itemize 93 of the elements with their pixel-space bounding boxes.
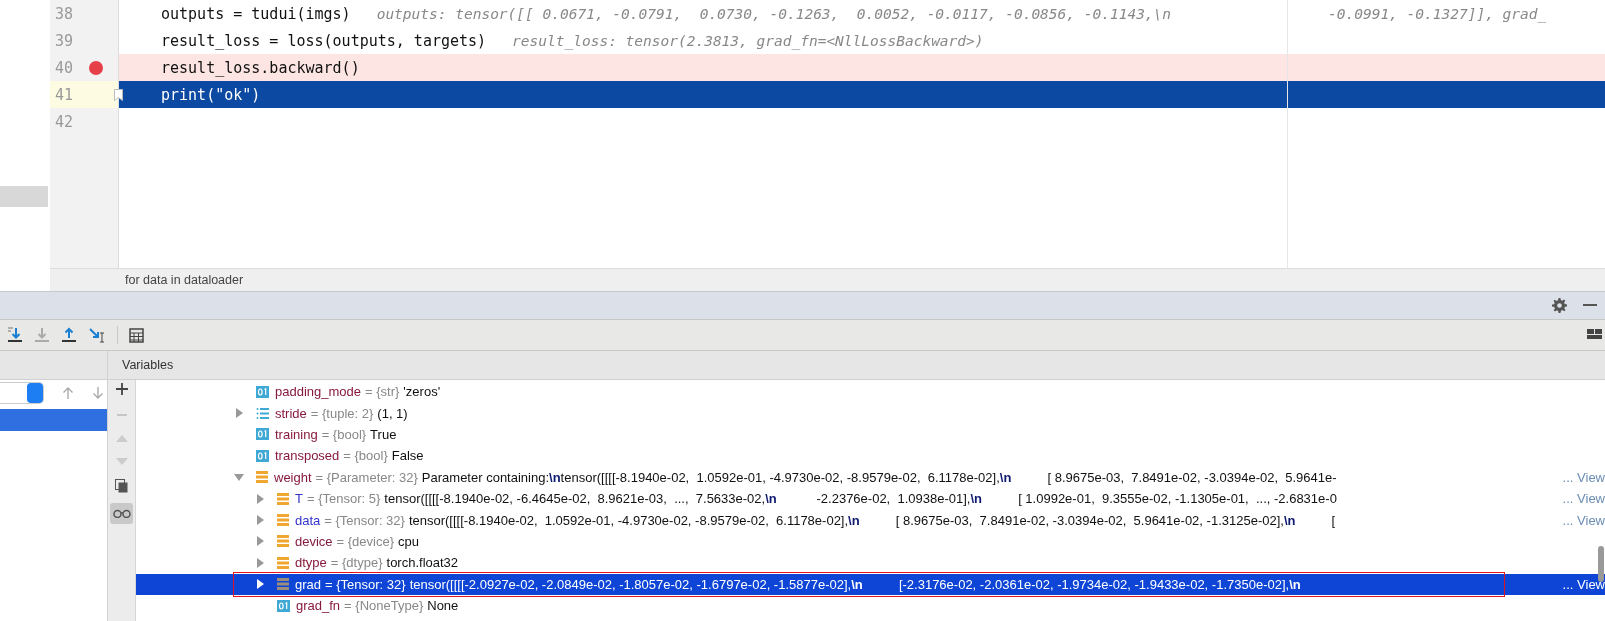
variable-type: = {Tensor: 5} <box>306 491 381 507</box>
line-number: 42 <box>55 112 75 131</box>
variable-row[interactable]: stride = {tuple: 2} (1, 1) <box>136 402 1605 424</box>
variable-value: Parameter containing:\ntensor([[[[-8.1940e-02, 1.0592e-01, -4.9730e-02, -8.9579e-02, 6.1178e-02],\n [ 8.9675e-03, 7.8491e-02, -3.0394e-02, 5.9641e- <box>421 469 1337 485</box>
variable-row[interactable]: data = {Tensor: 32} tensor([[[[-8.1940e-02, 1.0592e-01, -4.9730e-02, -8.9579e-02, 6.1178e-02],\n [ 8.9675e-03, 7.8491e-02, -3.0394e-02, 5.9641e-02, -1.3125e-02],\n [ ... View <box>136 509 1605 531</box>
view-link[interactable]: ... View <box>1558 512 1605 528</box>
inline-value-hint: -0.0991, -0.1327]], grad_ <box>1328 5 1547 22</box>
variable-value: torch.float32 <box>386 555 459 571</box>
variable-row[interactable]: grad = {Tensor: 32} tensor([[[[-2.0927e-02, -2.0849e-02, -1.8057e-02, -1.6797e-02, -1.5877e-02],\n [-2.3176e-02, -2.0361e-02, -1.9734e-02, -1.9433e-02, -1.7350e-02],\n ... View <box>136 573 1605 595</box>
variable-type: = {str} <box>365 384 400 400</box>
variable-name: weight <box>274 469 312 485</box>
variable-name: stride <box>275 405 307 421</box>
variable-name: dtype <box>295 555 327 571</box>
field-icon <box>277 492 289 505</box>
code-line: result_loss.backward() <box>161 58 360 77</box>
field-icon <box>256 471 268 484</box>
view-link[interactable]: ... View <box>1558 469 1605 485</box>
inline-value-hint: result_loss: tensor(2.3813, grad_fn=<NllLossBackward>) <box>512 32 984 49</box>
copy-icon[interactable] <box>115 479 128 493</box>
variable-row[interactable]: grad_fn = {NoneType} None <box>136 594 1605 617</box>
variable-type: = {NoneType} <box>344 598 424 614</box>
glasses-icon <box>112 509 131 518</box>
variable-name: device <box>295 533 333 549</box>
variable-value: None <box>427 598 459 614</box>
variable-value: 'zeros' <box>403 384 441 400</box>
step-out-icon[interactable] <box>61 327 77 343</box>
variable-row[interactable]: padding_mode = {str} 'zeros' <box>136 381 1605 403</box>
value-icon <box>256 428 269 441</box>
variable-type: = {dtype} <box>330 555 383 571</box>
field-icon <box>277 535 289 548</box>
variable-name: grad_fn <box>296 598 341 614</box>
step-into-icon[interactable] <box>7 327 23 343</box>
value-icon <box>256 385 269 398</box>
variable-row[interactable]: weight = {Parameter: 32} Parameter containing:\ntensor([[[[-8.1940e-02, 1.0592e-01, -4.9730e-02, -8.9579e-02, 6.1178e-02],\n [ 8.9675e-03, 7.8491e-02, -3.0394e-02, 5.9641e- ... View <box>136 466 1605 488</box>
line-number: 41 <box>55 85 75 104</box>
panel-title: Variables <box>122 358 174 372</box>
variable-value: cpu <box>398 533 419 549</box>
add-icon[interactable] <box>115 383 128 395</box>
variable-row[interactable]: transposed = {bool} False <box>136 445 1605 467</box>
code-line: print("ok") <box>161 85 261 104</box>
line-number: 40 <box>55 58 75 77</box>
variable-type: = {bool} <box>321 426 367 442</box>
variable-name: T <box>295 491 303 507</box>
inline-value-hint: outputs: tensor([[ 0.0671, -0.0791, 0.0730, -0.1263, 0.0052, -0.0117, -0.0856, -0.1143,\n <box>376 5 1172 22</box>
value-icon <box>256 449 269 462</box>
breadcrumb[interactable]: for data in dataloader <box>125 273 244 287</box>
settings-icon[interactable] <box>1552 298 1567 313</box>
down-arrow-icon[interactable] <box>92 385 104 400</box>
value-icon <box>277 599 290 612</box>
up-arrow-icon[interactable] <box>62 385 74 400</box>
code-line: outputs = tudui(imgs) <box>161 4 351 23</box>
variable-value: tensor([[[[-2.0927e-02, -2.0849e-02, -1.8057e-02, -1.6797e-02, -1.5877e-02],\n [-2.3176e-02, -2.0361e-02, -1.9734e-02, -1.9433e-02, -1.7350e-02],\n <box>409 576 1301 592</box>
breakpoint-icon[interactable] <box>89 60 103 75</box>
variable-value: True <box>370 426 397 442</box>
bookmark-icon <box>114 89 123 101</box>
variable-row[interactable]: T = {Tensor: 5} tensor([[[[-8.1940e-02, -6.4645e-02, 8.9621e-03, ..., 7.5633e-02,\n -2.2376e-02, 1.0938e-01],\n [ 1.0992e-01, 9.3555e-02, -1.1305e-01, ..., -2.6831e-0 ... View <box>136 487 1605 510</box>
variable-value: False <box>391 448 424 464</box>
glasses-toggle[interactable] <box>110 503 133 524</box>
field-icon <box>277 514 289 527</box>
variable-row[interactable]: training = {bool} True <box>136 423 1605 446</box>
line-number: 39 <box>55 31 75 50</box>
variable-name: grad <box>295 576 322 592</box>
field-icon <box>277 578 289 591</box>
variable-value: tensor([[[[-8.1940e-02, -6.4645e-02, 8.9621e-03, ..., 7.5633e-02,\n -2.2376e-02, 1.0938e-01],\n [ 1.0992e-01, 9.3555e-02, -1.1305e-01, ..., -2.6831e-0 <box>384 491 1337 507</box>
minimize-icon[interactable] <box>1583 304 1597 307</box>
list-icon <box>256 406 269 420</box>
line-number: 38 <box>55 4 75 23</box>
run-to-cursor-icon[interactable] <box>88 327 106 343</box>
variable-type: = {bool} <box>343 448 388 464</box>
variable-value: (1, 1) <box>377 405 408 421</box>
field-icon <box>277 556 289 569</box>
step-down-icon[interactable] <box>34 327 50 343</box>
variable-value: tensor([[[[-8.1940e-02, 1.0592e-01, -4.9730e-02, -8.9579e-02, 6.1178e-02],\n [ 8.9675e-03, 7.8491e-02, -3.0394e-02, 5.9641e-02, -1.3125e-02],\n [ <box>408 512 1336 528</box>
variable-type: = {device} <box>336 533 395 549</box>
scrollbar-thumb[interactable] <box>1598 546 1604 582</box>
variable-name: padding_mode <box>275 384 362 400</box>
variable-name: training <box>275 426 318 442</box>
view-link[interactable]: ... View <box>1558 576 1605 592</box>
variable-name: transposed <box>275 448 340 464</box>
expand-arrow-icon[interactable] <box>255 579 265 590</box>
variable-row[interactable]: device = {device} cpu <box>136 530 1605 553</box>
view-link[interactable]: ... View <box>1558 491 1605 507</box>
thread-dropdown[interactable] <box>0 381 44 404</box>
table-icon[interactable] <box>129 327 144 343</box>
dropdown-stepper-icon[interactable] <box>27 382 43 403</box>
variable-type: = {tuple: 2} <box>310 405 374 421</box>
variable-row[interactable]: dtype = {dtype} torch.float32 <box>136 552 1605 574</box>
variable-name: data <box>295 512 321 528</box>
layout-icon[interactable] <box>1587 328 1603 342</box>
variable-type: = {Tensor: 32} <box>325 576 406 592</box>
variable-type: = {Parameter: 32} <box>315 469 418 485</box>
variable-type: = {Tensor: 32} <box>324 512 405 528</box>
code-line: result_loss = loss(outputs, targets) <box>161 31 487 50</box>
